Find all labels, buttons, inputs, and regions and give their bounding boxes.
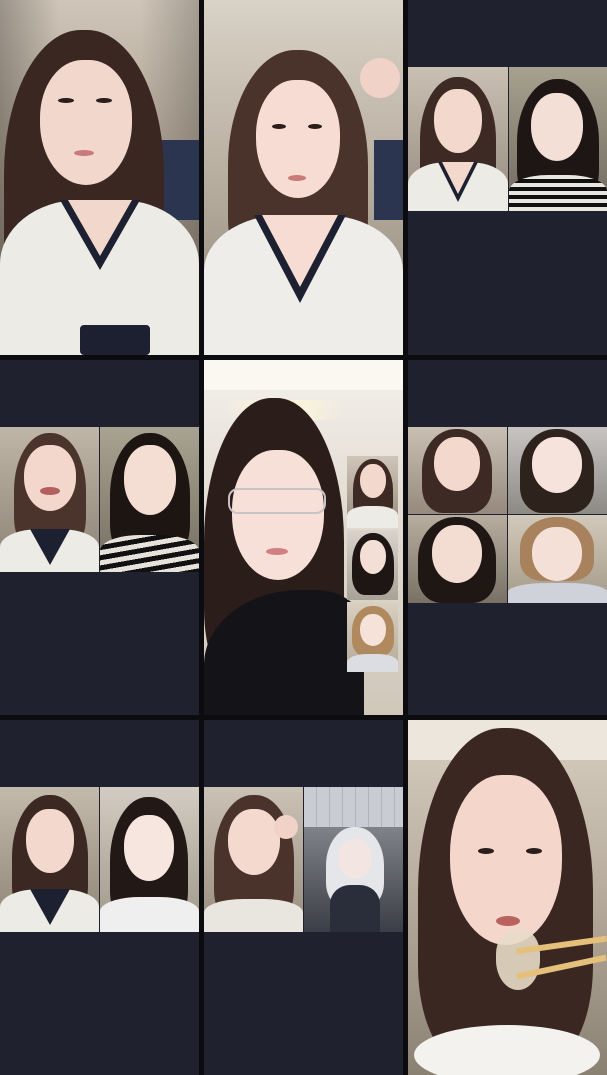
video-tile-2 (508, 427, 607, 514)
video-tile-right (509, 67, 607, 211)
stream-cell-6[interactable] (408, 360, 607, 715)
stream-cell-9[interactable] (408, 720, 607, 1075)
video-tile-4 (508, 515, 607, 603)
video-tile-avatar (304, 787, 403, 932)
video-feed (408, 720, 607, 1075)
video-tile-left (0, 427, 99, 572)
video-tile-left (0, 787, 99, 932)
stream-cell-2[interactable] (204, 0, 403, 355)
stream-cell-7[interactable] (0, 720, 199, 1075)
stream-cell-3[interactable] (408, 0, 607, 355)
video-feed (204, 0, 403, 355)
video-tile-left (408, 67, 508, 211)
guest-tile-1 (347, 456, 398, 528)
video-tile-left (204, 787, 303, 932)
stream-cell-1[interactable] (0, 0, 199, 355)
guest-tile-2 (347, 530, 398, 600)
video-tile-right (100, 427, 199, 572)
stream-grid (0, 0, 607, 1075)
video-feed (0, 0, 199, 355)
guest-tile-3 (347, 602, 398, 672)
video-tile-right (100, 787, 199, 932)
stream-cell-8[interactable] (204, 720, 403, 1075)
video-tile-3 (408, 515, 507, 603)
stream-cell-4[interactable] (0, 360, 199, 715)
video-tile-1 (408, 427, 507, 514)
stream-cell-5[interactable] (204, 360, 403, 715)
